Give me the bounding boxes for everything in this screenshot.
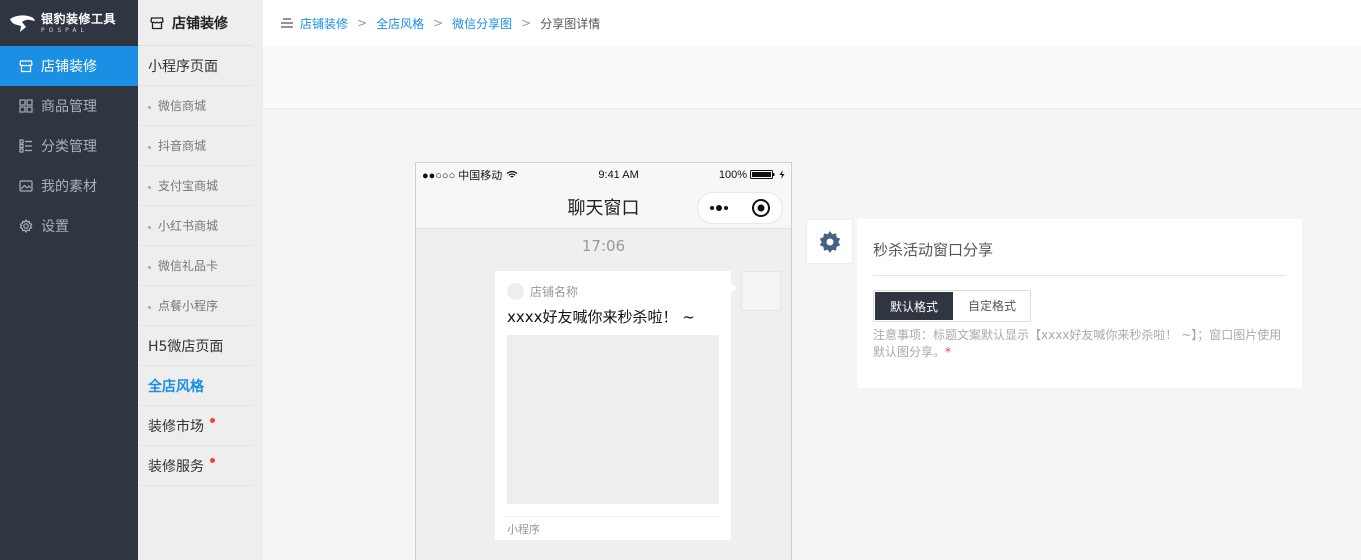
secondary-menu: 店铺装修 小程序页面 微信商城 抖音商城 支付宝商城 小红书商城 微信礼品卡 点…	[138, 0, 263, 560]
share-card[interactable]: 店铺名称 xxxx好友喊你来秒杀啦！ ~ 小程序	[495, 271, 737, 540]
phone-preview: ●●○○○ 中国移动 9:41 AM 100% 聊天窗口 17:06 店铺名称 …	[415, 162, 792, 560]
nav-item-products[interactable]: 商品管理	[0, 86, 138, 126]
main-sidebar: 银豹装修工具 POSPAL 店铺装修 商品管理 分类管理 我的素材 设置	[0, 0, 138, 560]
card-shop-name: 店铺名称	[530, 285, 579, 299]
grid-icon	[19, 99, 33, 113]
submenu-item-xiaohongshu-mall[interactable]: 小红书商城	[138, 206, 253, 246]
leopard-logo-icon	[10, 15, 35, 32]
submenu-group-service[interactable]: 装修服务	[138, 446, 253, 486]
breadcrumb: 店铺装修 > 全店风格 > 微信分享图 > 分享图详情	[263, 0, 1361, 46]
nav-item-settings[interactable]: 设置	[0, 206, 138, 246]
submenu-item-douyin-mall[interactable]: 抖音商城	[138, 126, 253, 166]
submenu-group-h5[interactable]: H5微店页面	[138, 326, 253, 366]
card-image-placeholder	[507, 335, 719, 504]
submenu-item-label: 支付宝商城	[158, 179, 219, 193]
breadcrumb-link[interactable]: 店铺装修	[300, 15, 348, 32]
logo-subtitle: POSPAL	[41, 26, 88, 34]
bullet-dot	[148, 306, 151, 309]
gear-icon	[19, 219, 33, 233]
chat-timestamp: 17:06	[581, 237, 626, 255]
carrier-label: ●●○○○ 中国移动	[422, 169, 503, 182]
submenu-item-label: 微信商城	[158, 99, 207, 113]
submenu-item-label: 微信礼品卡	[158, 259, 219, 273]
close-target-icon[interactable]	[751, 198, 771, 218]
submenu-group-market[interactable]: 装修市场	[138, 406, 253, 446]
shop-icon	[19, 59, 33, 73]
nav-item-label: 商品管理	[41, 99, 97, 115]
toolbar-area	[263, 46, 1361, 109]
tab-default-format[interactable]: 默认格式	[875, 292, 953, 320]
notice-text: 注意事项：标题文案默认显示【xxxx好友喊你来秒杀啦！ ~】；窗口图片使用默认图…	[873, 327, 1288, 361]
miniapp-capsule[interactable]	[697, 192, 783, 224]
submenu-group-label: 装修服务	[148, 458, 204, 475]
tab-custom-format[interactable]: 自定格式	[954, 291, 1030, 319]
submenu-item-wechat-mall[interactable]: 微信商城	[138, 86, 253, 126]
submenu-group-miniapp[interactable]: 小程序页面	[138, 46, 253, 86]
charging-icon	[779, 170, 785, 179]
nav-item-label: 设置	[41, 219, 69, 235]
breadcrumb-separator: >	[357, 16, 368, 30]
more-dots-icon[interactable]	[709, 205, 729, 211]
bullet-dot	[148, 106, 151, 109]
list-icon	[19, 139, 33, 153]
breadcrumb-link[interactable]: 微信分享图	[452, 15, 512, 32]
submenu-item-alipay-mall[interactable]: 支付宝商城	[138, 166, 253, 206]
shop-avatar	[507, 283, 524, 300]
submenu-item-label: 小红书商城	[158, 219, 219, 233]
breadcrumb-separator: >	[433, 16, 444, 30]
wifi-icon	[506, 170, 518, 178]
breadcrumb-link[interactable]: 全店风格	[376, 15, 424, 32]
battery-icon	[750, 170, 775, 179]
phone-status-bar: ●●○○○ 中国移动 9:41 AM 100%	[416, 163, 791, 186]
submenu-title: 店铺装修	[172, 15, 228, 32]
settings-tab[interactable]	[806, 219, 853, 264]
avatar	[741, 271, 781, 311]
bullet-dot	[148, 266, 151, 269]
submenu-item-ordering-miniapp[interactable]: 点餐小程序	[138, 286, 253, 326]
chat-window-title: 聊天窗口	[567, 198, 640, 219]
nav-item-categories[interactable]: 分类管理	[0, 126, 138, 166]
nav-item-label: 店铺装修	[41, 59, 97, 75]
new-badge-dot	[210, 458, 215, 463]
submenu-item-label: 点餐小程序	[158, 299, 219, 313]
divider	[873, 275, 1286, 276]
bullet-dot	[148, 186, 151, 189]
bullet-dot	[148, 146, 151, 149]
share-settings-panel: 秒杀活动窗口分享 默认格式 自定格式 注意事项：标题文案默认显示【xxxx好友喊…	[857, 219, 1302, 388]
breadcrumb-separator: >	[521, 16, 532, 30]
logo-title: 银豹装修工具	[41, 11, 117, 26]
new-badge-dot	[210, 418, 215, 423]
status-time: 9:41 AM	[598, 168, 639, 181]
logo[interactable]: 银豹装修工具 POSPAL	[0, 0, 138, 46]
chat-title-bar: 聊天窗口	[416, 186, 791, 229]
card-footer: 小程序	[507, 516, 719, 540]
nav-item-shop-decoration[interactable]: 店铺装修	[0, 46, 138, 86]
card-shop-row: 店铺名称	[495, 271, 731, 300]
submenu-group-label: 装修市场	[148, 418, 204, 435]
required-star: *	[945, 345, 952, 359]
menu-lines-icon[interactable]	[280, 16, 294, 30]
nav-item-label: 分类管理	[41, 139, 97, 155]
shop-icon	[150, 16, 164, 29]
submenu-group-store-style[interactable]: 全店风格	[138, 366, 253, 406]
format-toggle: 默认格式 自定格式	[873, 290, 1031, 322]
submenu-item-wechat-gift-card[interactable]: 微信礼品卡	[138, 246, 253, 286]
nav-item-label: 我的素材	[41, 179, 97, 195]
gear-icon	[819, 230, 840, 253]
breadcrumb-current: 分享图详情	[540, 16, 601, 31]
panel-title: 秒杀活动窗口分享	[873, 241, 994, 259]
submenu-header: 店铺装修	[138, 0, 253, 46]
battery-percent: 100%	[718, 168, 747, 181]
nav-item-materials[interactable]: 我的素材	[0, 166, 138, 206]
notice-body: 注意事项：标题文案默认显示【xxxx好友喊你来秒杀啦！ ~】；窗口图片使用默认图…	[873, 328, 1282, 359]
bullet-dot	[148, 226, 151, 229]
submenu-item-label: 抖音商城	[158, 139, 207, 153]
image-icon	[19, 179, 33, 193]
card-title: xxxx好友喊你来秒杀啦！ ~	[507, 308, 695, 326]
